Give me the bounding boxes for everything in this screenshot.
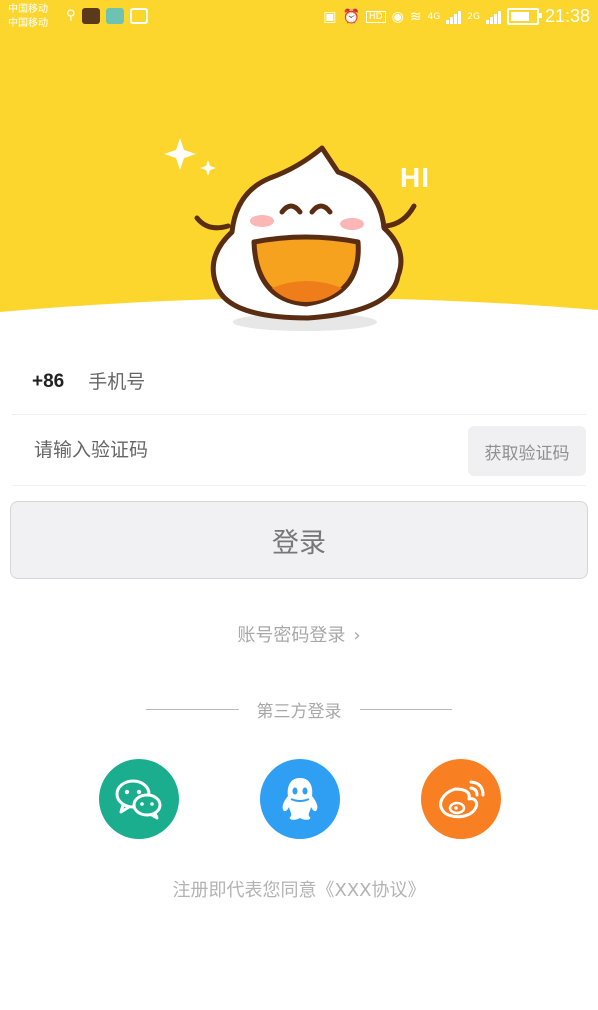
- signal-icon: [446, 10, 462, 24]
- carrier-label: 中国移动: [8, 18, 48, 29]
- hero-banner: [0, 0, 598, 345]
- phone-row: +86: [12, 350, 586, 415]
- cast-icon: ▣: [323, 8, 337, 25]
- message-icon: [129, 8, 148, 24]
- password-login-label: 账号密码登录: [237, 625, 346, 646]
- app-notification-icon: [81, 8, 100, 24]
- alarm-icon: ⏰: [342, 8, 360, 25]
- eye-icon: ◉: [391, 8, 404, 25]
- app-notification-icon: [105, 8, 124, 24]
- verification-code-row: 获取验证码: [12, 415, 586, 486]
- third-party-divider: 第三方登录: [146, 696, 452, 722]
- qq-login-button[interactable]: [260, 759, 340, 839]
- status-indicators: ▣ ⏰ HD ◉ ≋ 4G 2G 21:38: [323, 6, 590, 27]
- divider-line: [359, 708, 452, 710]
- weibo-icon: [439, 780, 485, 819]
- carrier-info: 中国移动 中国移动: [8, 3, 48, 31]
- third-party-label: 第三方登录: [256, 701, 342, 722]
- login-button[interactable]: 登录: [10, 501, 588, 579]
- verification-code-input[interactable]: [32, 438, 416, 462]
- network-type: 2G: [467, 11, 480, 22]
- chevron-right-icon: ›: [353, 625, 361, 646]
- hd-icon: HD: [365, 10, 386, 23]
- wechat-login-button[interactable]: [99, 759, 179, 839]
- weibo-login-button[interactable]: [421, 759, 501, 839]
- divider-line: [146, 708, 239, 710]
- notification-icons: ⚲: [66, 8, 148, 24]
- status-bar: 中国移动 中国移动 ⚲ ▣ ⏰ HD ◉ ≋ 4G 2G 21:38: [0, 0, 598, 36]
- battery-icon: [506, 8, 542, 25]
- phone-input[interactable]: [86, 370, 491, 394]
- carrier-label: 中国移动: [8, 4, 48, 15]
- password-login-link[interactable]: 账号密码登录 ›: [0, 621, 598, 647]
- wifi-icon: ≋: [409, 8, 422, 25]
- qq-icon: [282, 778, 318, 820]
- get-code-button[interactable]: 获取验证码: [468, 426, 586, 476]
- signal-icon: [485, 10, 501, 24]
- country-code[interactable]: +86: [32, 371, 64, 393]
- status-time: 21:38: [544, 6, 590, 26]
- agreement-text[interactable]: 注册即代表您同意《XXX协议》: [0, 876, 598, 902]
- usb-icon: ⚲: [66, 8, 76, 23]
- network-type: 4G: [427, 11, 441, 22]
- wechat-icon: [115, 779, 162, 820]
- mascot-greeting: HI: [400, 162, 430, 193]
